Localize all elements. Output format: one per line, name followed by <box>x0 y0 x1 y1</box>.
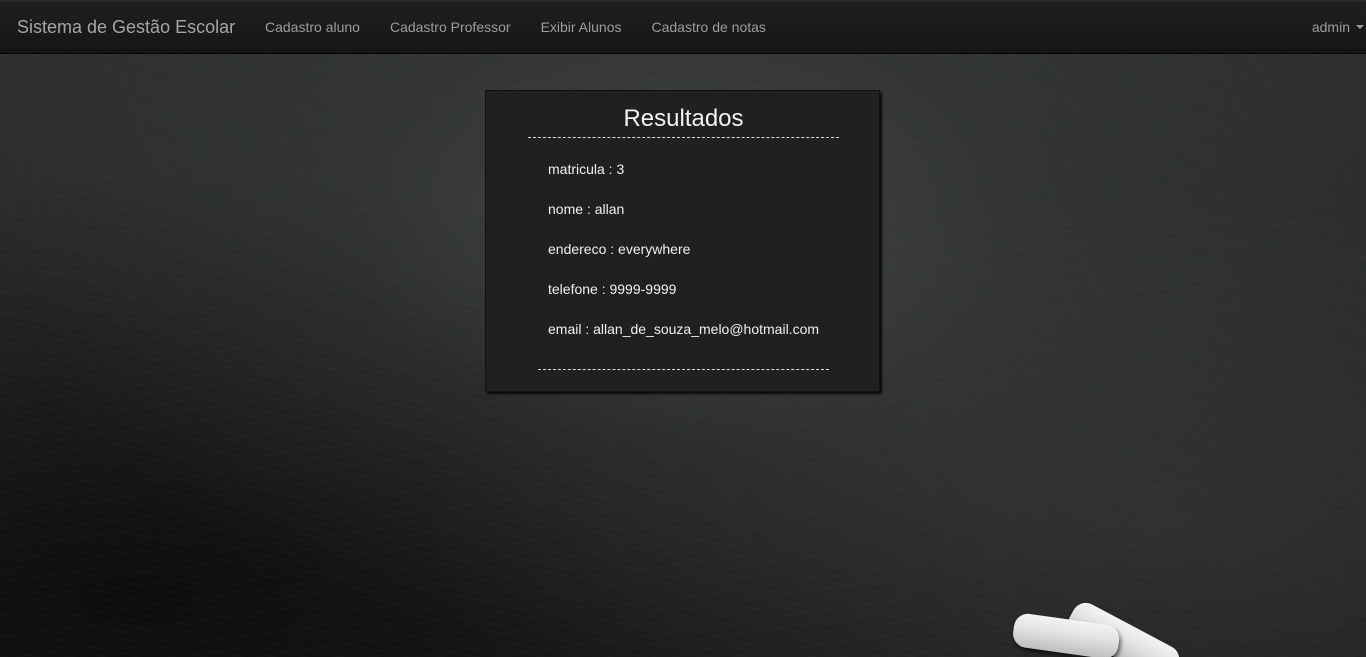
nav-link-cadastro-aluno[interactable]: Cadastro aluno <box>250 19 375 35</box>
results-panel: Resultados matricula : 3 nome : allan en… <box>485 90 880 392</box>
top-navbar: Sistema de Gestão Escolar Cadastro aluno… <box>0 0 1366 54</box>
nav-link-cadastro-notas[interactable]: Cadastro de notas <box>637 19 781 35</box>
divider <box>538 369 829 370</box>
nav-link-cadastro-professor[interactable]: Cadastro Professor <box>375 19 526 35</box>
field-matricula: matricula : 3 <box>548 161 625 177</box>
caret-down-icon <box>1356 25 1364 29</box>
user-menu-dropdown[interactable]: admin <box>1312 19 1364 35</box>
user-menu-label: admin <box>1311 19 1350 35</box>
field-email: email : allan_de_souza_melo@hotmail.com <box>548 321 820 337</box>
brand-link[interactable]: Sistema de Gestão Escolar <box>17 17 235 38</box>
nav-link-exibir-alunos[interactable]: Exibir Alunos <box>526 19 637 35</box>
field-endereco: endereco : everywhere <box>548 241 691 257</box>
field-telefone: telefone : 9999-9999 <box>548 281 677 297</box>
nav-links: Cadastro aluno Cadastro Professor Exibir… <box>250 19 781 35</box>
field-nome: nome : allan <box>548 201 625 217</box>
results-title: Resultados <box>528 105 839 138</box>
